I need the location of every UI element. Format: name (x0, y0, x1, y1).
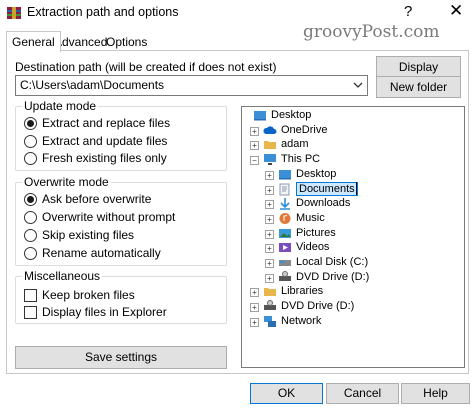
chevron-down-icon[interactable] (352, 79, 364, 91)
expand-icon[interactable]: + (265, 200, 274, 210)
tree-item-label-editing[interactable]: Documents (296, 181, 358, 196)
tree-item-label: Pictures (296, 226, 336, 239)
expand-icon[interactable]: + (265, 185, 274, 195)
expand-icon[interactable]: + (250, 303, 259, 313)
disk-icon (279, 260, 291, 266)
radio-label: Ask before overwrite (42, 192, 152, 206)
cloud-icon (263, 126, 277, 134)
text-cursor (356, 181, 357, 195)
folder-icon (264, 141, 276, 150)
radio-button[interactable] (24, 247, 37, 260)
dvd-drive-icon (264, 300, 276, 311)
radio-button[interactable] (24, 152, 37, 165)
checkbox[interactable] (24, 289, 37, 302)
radio-button[interactable] (24, 135, 37, 148)
update-mode-group: Update mode Extract and replace files Ex… (15, 99, 227, 171)
music-icon (279, 212, 291, 224)
network-icon (264, 315, 276, 327)
expand-icon[interactable]: + (265, 214, 274, 224)
desktop-icon (254, 111, 266, 121)
checkbox-label: Keep broken files (42, 288, 135, 302)
tree-item-label: Downloads (296, 197, 351, 210)
download-arrow-icon (280, 198, 290, 210)
expand-icon[interactable]: + (250, 317, 259, 327)
dvd-drive-icon (279, 270, 291, 281)
radio-button-selected[interactable] (24, 193, 37, 206)
checkbox[interactable] (24, 306, 37, 319)
save-settings-button[interactable]: Save settings (15, 346, 227, 369)
tree-item-label: DVD Drive (D:) (296, 270, 370, 283)
expand-icon[interactable]: + (265, 273, 274, 283)
destination-path-combobox[interactable]: C:\Users\adam\Documents (15, 75, 368, 96)
watermark: groovyPost.com (303, 22, 440, 42)
tab-general[interactable]: General (6, 31, 61, 52)
libraries-icon (264, 288, 276, 297)
radio-button[interactable] (24, 211, 37, 224)
videos-icon (279, 243, 291, 253)
overwrite-mode-title: Overwrite mode (22, 175, 111, 189)
tree-item-label: adam (281, 138, 309, 151)
tree-item-label: Network (281, 314, 322, 327)
update-mode-title: Update mode (22, 99, 99, 113)
help-button[interactable]: Help (401, 383, 470, 404)
expand-icon[interactable]: + (250, 288, 259, 298)
winrar-app-icon (7, 7, 21, 19)
titlebar-help-button[interactable]: ? (404, 3, 412, 20)
tree-item-label: Local Disk (C:) (296, 256, 369, 268)
close-button[interactable]: ✕ (449, 1, 463, 21)
tree-item-label: Libraries (281, 285, 324, 298)
overwrite-mode-group: Overwrite mode Ask before overwrite Over… (15, 175, 227, 266)
radio-label: Fresh existing files only (42, 151, 167, 165)
radio-label: Overwrite without prompt (42, 210, 176, 224)
collapse-icon[interactable]: − (250, 156, 259, 166)
general-tab-panel: Destination path (will be created if doe… (6, 50, 469, 374)
radio-label: Extract and update files (42, 134, 168, 148)
display-button[interactable]: Display (376, 56, 461, 78)
tree-item-label: DVD Drive (D:) (281, 300, 355, 313)
checkbox-label: Display files in Explorer (42, 305, 167, 319)
documents-icon (279, 183, 290, 195)
expand-icon[interactable]: + (265, 244, 274, 254)
radio-button-selected[interactable] (24, 117, 37, 130)
folder-tree[interactable]: Desktop + OneDrive + adam − This PC + Desktop + Do… (241, 106, 465, 368)
ok-button[interactable]: OK (250, 383, 323, 404)
expand-icon[interactable]: + (265, 229, 274, 239)
tree-item-label: OneDrive (281, 123, 328, 136)
tree-item-label: Desktop (296, 167, 337, 180)
destination-path-value: C:\Users\adam\Documents (20, 78, 165, 92)
tree-item-label: Music (296, 211, 325, 224)
miscellaneous-group: Miscellaneous Keep broken files Display … (15, 269, 227, 324)
expand-icon[interactable]: + (250, 141, 259, 151)
tree-item-label: Desktop (271, 109, 312, 121)
desktop-icon (279, 169, 291, 180)
expand-icon[interactable]: + (265, 170, 274, 180)
radio-label: Skip existing files (42, 228, 135, 242)
miscellaneous-title: Miscellaneous (22, 269, 103, 283)
tree-item-label: Videos (296, 241, 330, 254)
tab-options[interactable]: Options (101, 32, 152, 51)
new-folder-button[interactable]: New folder (376, 76, 461, 98)
destination-path-label: Destination path (will be created if doe… (15, 60, 277, 74)
radio-label: Rename automatically (42, 246, 161, 260)
pictures-icon (279, 228, 291, 238)
window-title: Extraction path and options (27, 5, 179, 19)
tree-item-label: This PC (281, 153, 321, 166)
radio-label: Extract and replace files (42, 116, 171, 130)
radio-button[interactable] (24, 229, 37, 242)
expand-icon[interactable]: + (265, 259, 274, 268)
computer-icon (264, 154, 276, 166)
expand-icon[interactable]: + (250, 126, 259, 136)
cancel-button[interactable]: Cancel (326, 383, 399, 404)
